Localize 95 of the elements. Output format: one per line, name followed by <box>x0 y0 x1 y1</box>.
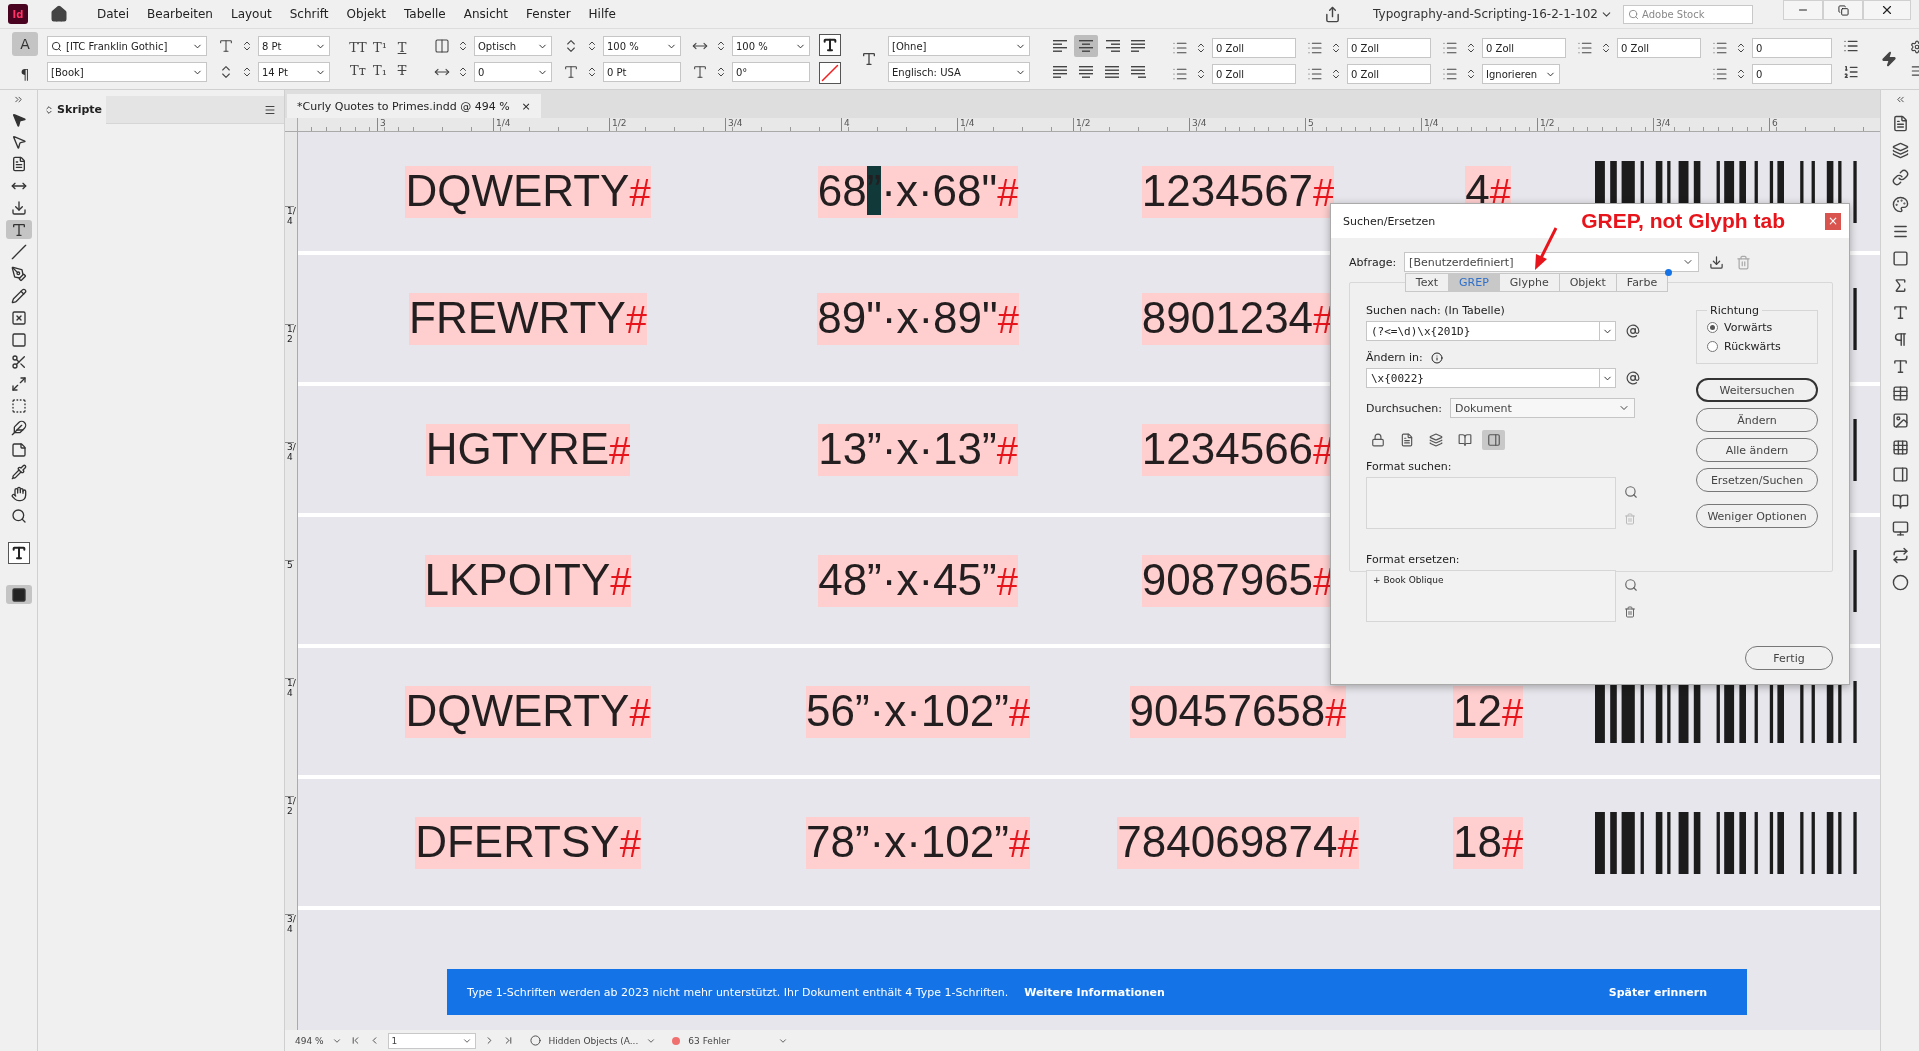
menu-item[interactable]: Tabelle <box>395 7 455 21</box>
format-change-box[interactable]: + Book Oblique <box>1366 570 1616 622</box>
direction-radio[interactable]: Vorwärts <box>1707 321 1807 334</box>
remind-later-button[interactable]: Später erinnern <box>1588 981 1727 1003</box>
close-button[interactable]: × <box>1825 212 1841 230</box>
number-field[interactable]: 8 Pt <box>258 36 330 56</box>
menu-item[interactable]: Schrift <box>280 7 338 21</box>
find-label: Suchen nach: (In Tabelle) <box>1366 304 1506 317</box>
number-field[interactable]: 0 Zoll <box>1347 38 1431 58</box>
number-field[interactable]: 100 % <box>732 36 810 56</box>
table-cell: 1234567# <box>1141 165 1335 218</box>
menu-item[interactable]: Ansicht <box>454 7 518 21</box>
more-info-link[interactable]: Weitere Informationen <box>1024 985 1165 999</box>
table-cell: HGTYRE# <box>425 423 631 476</box>
direction-label: Richtung <box>1709 304 1760 317</box>
change-label: Ändern in: <box>1366 351 1423 364</box>
menu-item[interactable]: Datei <box>88 7 138 21</box>
menu-item[interactable]: Objekt <box>337 7 395 21</box>
number-field[interactable]: 0 <box>474 62 552 82</box>
format-find-label: Format suchen: <box>1366 460 1453 473</box>
font-family-field[interactable]: [ITC Franklin Gothic] <box>47 36 207 56</box>
app-logo: Id <box>8 4 28 24</box>
dialog-button[interactable]: Alle ändern <box>1696 438 1818 462</box>
table-cell: 89"·x·89"# <box>817 292 1019 345</box>
dialog-button[interactable]: Weniger Optionen <box>1696 504 1818 528</box>
table-cell: 68”·x·68"# <box>817 165 1019 218</box>
number-field[interactable]: 0 <box>1752 38 1832 58</box>
number-field[interactable]: 0° <box>732 62 810 82</box>
case-button[interactable]: T₁ <box>370 63 390 78</box>
case-button[interactable]: TT <box>348 40 368 55</box>
preflight-profile[interactable]: Hidden Objects (A... <box>548 1035 639 1046</box>
format-change-label: Format ersetzen: <box>1366 553 1461 566</box>
table-cell: 90457658# <box>1129 685 1347 738</box>
document-tab[interactable]: *Curly Quotes to Primes.indd @ 494 % × <box>287 94 541 118</box>
case-button[interactable]: T <box>392 63 412 78</box>
table-cell: 13”·x·13”# <box>818 423 1018 476</box>
table-cell: FREWRTY# <box>409 292 647 345</box>
number-field[interactable]: 14 Pt <box>258 62 330 82</box>
query-label: Abfrage: <box>1349 255 1397 269</box>
table-cell: 12# <box>1452 685 1524 738</box>
menu-item[interactable]: Hilfe <box>579 7 625 21</box>
table-cell: DFERTSY# <box>415 816 641 869</box>
panel-tab[interactable]: Skripte <box>38 95 106 124</box>
table-cell: DQWERTY# <box>405 165 651 218</box>
table-cell: 18# <box>1452 816 1524 869</box>
zoom-level[interactable]: 494 % <box>295 1035 324 1046</box>
table-cell: 78”·x·102”# <box>805 816 1031 869</box>
number-field[interactable]: 0 Zoll <box>1347 64 1431 84</box>
table-cell: 56”·x·102”# <box>805 685 1031 738</box>
tab-close-button[interactable]: × <box>521 99 531 113</box>
dialog-tab[interactable]: Glyphe <box>1498 273 1560 292</box>
number-field[interactable]: 0 Zoll <box>1212 38 1296 58</box>
table-cell: DQWERTY# <box>405 685 651 738</box>
number-field[interactable]: Optisch <box>474 36 552 56</box>
vertical-ruler: 1/4 1/2 3/4 5 1/4 1/2 3/4 <box>285 132 298 1030</box>
mode-button[interactable]: A <box>12 32 38 56</box>
dialog-title: Suchen/Ersetzen <box>1343 214 1436 228</box>
number-field[interactable]: 0 Pt <box>603 62 681 82</box>
font-style-field[interactable]: [Book] <box>47 62 207 82</box>
search-field[interactable]: Adobe Stock <box>1623 4 1753 24</box>
search-scope-select[interactable]: Dokument <box>1449 398 1635 418</box>
annotation-text: GREP, not Glyph tab <box>1581 209 1785 233</box>
find-field[interactable]: (?<=\d)\x{201D} <box>1366 321 1616 341</box>
number-field[interactable]: 0 Zoll <box>1212 64 1296 84</box>
dialog-button[interactable]: Weitersuchen <box>1696 378 1818 402</box>
case-button[interactable]: Tᴛ <box>348 63 368 78</box>
number-field[interactable]: 100 % <box>603 36 681 56</box>
dialog-button[interactable]: Ersetzen/Suchen <box>1696 468 1818 492</box>
document-name: Typography-and-Scripting-16-2-1-102 <box>1373 7 1598 21</box>
mode-button[interactable]: ¶ <box>12 62 38 86</box>
dialog-button[interactable]: Ändern <box>1696 408 1818 432</box>
notification-message: Type 1-Schriften werden ab 2023 nicht mehr unterstützt. Ihr Dokument enthält 4 Type 1-Schriften. <box>467 985 1009 999</box>
search-label: Durchsuchen: <box>1366 401 1442 415</box>
number-field[interactable]: 0 Zoll <box>1482 38 1566 58</box>
error-count[interactable]: 63 Fehler <box>688 1035 731 1046</box>
number-field[interactable]: 0 Zoll <box>1617 38 1701 58</box>
number-field[interactable]: Ignorieren <box>1482 64 1560 84</box>
done-button[interactable]: Fertig <box>1745 646 1833 670</box>
dialog-tab[interactable]: Text <box>1404 273 1450 292</box>
character-style-field[interactable]: [Ohne] <box>888 36 1030 56</box>
table-cell: 784069874# <box>1117 816 1359 869</box>
table-cell: LKPOITY# <box>424 554 632 607</box>
dialog-tab[interactable]: Objekt <box>1558 273 1617 292</box>
number-field[interactable]: 0 <box>1752 64 1832 84</box>
change-field[interactable]: \x{0022} <box>1366 368 1616 388</box>
case-button[interactable]: T <box>392 40 412 55</box>
query-select[interactable]: [Benutzerdefiniert] <box>1404 252 1700 272</box>
menu-item[interactable]: Fenster <box>517 7 580 21</box>
direction-radio[interactable]: Rückwärts <box>1707 340 1807 353</box>
menu-item[interactable]: Layout <box>221 7 281 21</box>
page-field[interactable]: 1 <box>387 1032 476 1049</box>
language-field[interactable]: Englisch: USA <box>888 62 1030 82</box>
case-button[interactable]: T¹ <box>370 40 390 55</box>
menu-item[interactable]: Bearbeiten <box>138 7 222 21</box>
table-cell: 48”·x·45”# <box>818 554 1018 607</box>
